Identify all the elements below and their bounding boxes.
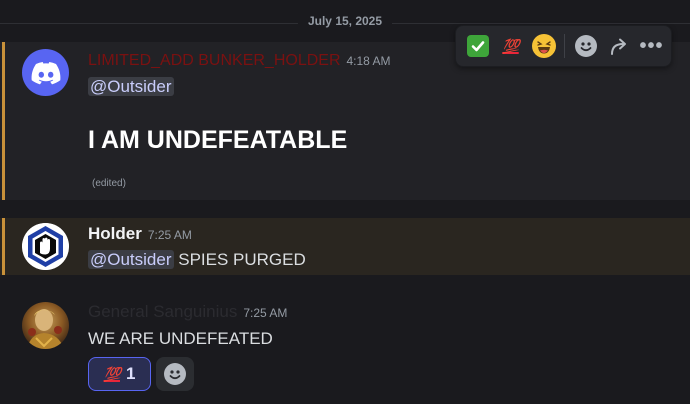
- quick-reaction-laugh[interactable]: [527, 29, 560, 63]
- user-mention[interactable]: @Outsider: [88, 250, 174, 269]
- forward-button[interactable]: [602, 29, 635, 63]
- message-3[interactable]: General Sanguinius 7:25 AM WE ARE UNDEFEA…: [0, 300, 690, 400]
- message-text: SPIES PURGED: [173, 250, 306, 269]
- date-divider: July 15, 2025: [297, 14, 393, 28]
- discord-logo-icon: [31, 61, 60, 84]
- quick-reaction-check[interactable]: [461, 29, 494, 63]
- hundred-points-icon: 💯: [103, 365, 121, 382]
- add-reaction-icon: [164, 363, 186, 385]
- laughing-face-icon: [531, 34, 556, 58]
- message-mention-line: @Outsider: [88, 77, 174, 97]
- message-body: @Outsider SPIES PURGED: [88, 250, 306, 270]
- message-header: Holder 7:25 AM: [88, 224, 192, 244]
- mention-highlight-bar: [2, 218, 5, 275]
- message-header: General Sanguinius 7:25 AM: [88, 302, 287, 322]
- message-actions-toolbar: 💯 •••: [455, 25, 672, 67]
- edited-label: (edited): [92, 178, 126, 189]
- reactions-bar: 💯 1: [88, 357, 194, 391]
- author-name[interactable]: General Sanguinius: [88, 302, 237, 321]
- hundred-points-icon: 💯: [502, 37, 519, 54]
- author-name[interactable]: LIMITED_ADD BUNKER_HOLDER: [88, 52, 341, 69]
- avatar[interactable]: [22, 302, 69, 349]
- reaction-count: 1: [125, 364, 136, 383]
- avatar[interactable]: [22, 223, 69, 270]
- more-icon: •••: [639, 35, 664, 57]
- add-reaction-button[interactable]: [156, 357, 194, 391]
- forward-icon: [610, 38, 626, 55]
- timestamp: 7:25 AM: [147, 228, 192, 242]
- quick-reaction-100[interactable]: 💯: [494, 29, 527, 63]
- message-body: I AM UNDEFEATABLE: [88, 126, 348, 154]
- highlight-bar: [2, 42, 5, 200]
- avatar-portrait: [27, 309, 64, 349]
- reaction-hundred-points[interactable]: 💯 1: [88, 357, 151, 391]
- chat-view: July 15, 2025 LIMITED_ADD BUNKER_HOLDER 4…: [0, 0, 690, 404]
- message-2[interactable]: Holder 7:25 AM @Outsider SPIES PURGED: [0, 218, 690, 275]
- white-check-mark-icon: [466, 35, 489, 57]
- message-header: LIMITED_ADD BUNKER_HOLDER 4:18 AM: [88, 52, 391, 70]
- toolbar-separator: [564, 34, 565, 58]
- timestamp: 4:18 AM: [346, 54, 391, 68]
- message-body: WE ARE UNDEFEATED: [88, 329, 273, 348]
- add-reaction-button[interactable]: [569, 29, 602, 63]
- add-reaction-icon: [574, 35, 597, 57]
- author-name[interactable]: Holder: [88, 224, 142, 243]
- avatar[interactable]: [22, 49, 69, 96]
- stop-hand-icon: [22, 223, 69, 270]
- more-options-button[interactable]: •••: [635, 29, 668, 63]
- timestamp: 7:25 AM: [243, 306, 288, 320]
- user-mention[interactable]: @Outsider: [88, 77, 174, 96]
